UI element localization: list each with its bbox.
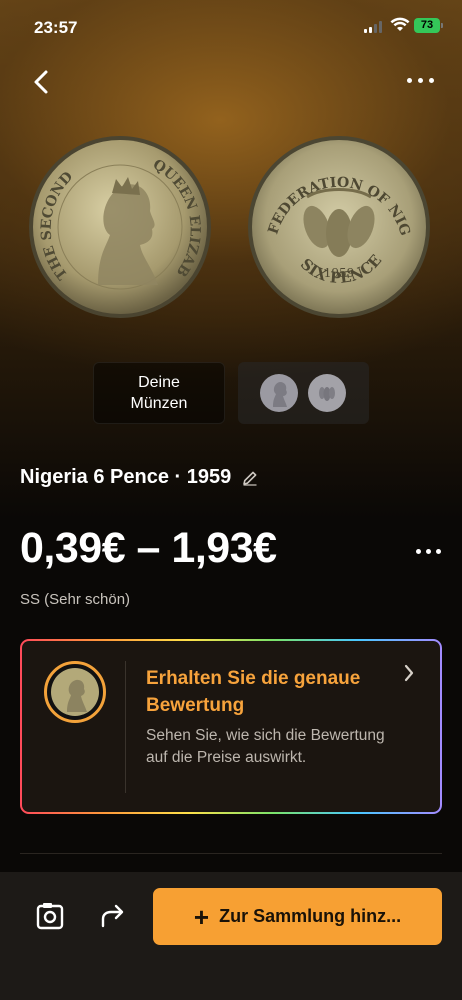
grade-label: SS (Sehr schön) [20, 591, 131, 608]
coin-front-thumbnail [260, 374, 298, 412]
price-more-icon[interactable] [416, 543, 442, 555]
battery-indicator: 73 [414, 18, 443, 33]
wifi-icon [390, 17, 410, 31]
status-time: 23:57 [34, 18, 78, 37]
back-icon[interactable] [28, 66, 56, 98]
coin-back-image[interactable]: FEDERATION OF NIGERIA 1959 SIX PENCE [247, 135, 431, 319]
scan-icon[interactable] [34, 900, 66, 932]
edit-icon[interactable] [241, 469, 259, 487]
add-to-collection-label: Zur Sammlung hinz... [219, 906, 402, 926]
plus-icon: + [193, 901, 210, 932]
top-nav [0, 60, 462, 104]
card-coin-image [44, 661, 106, 723]
coin-title: Nigeria 6 Pence · 1959 [20, 466, 232, 488]
grading-card[interactable]: Erhalten Sie die genaue Bewertung Sehen … [20, 639, 442, 814]
chevron-right-icon[interactable] [402, 663, 416, 683]
image-gallery: Deine Münzen [0, 362, 462, 424]
price-range: 0,39€ – 1,93€ [20, 524, 277, 572]
your-coins-button[interactable]: Deine Münzen [93, 362, 225, 424]
add-to-collection-button[interactable]: + Zur Sammlung hinz... [153, 888, 442, 945]
reference-images-thumbnail[interactable] [238, 362, 369, 424]
card-divider [125, 661, 126, 793]
coin-images: THE SECOND QUEEN ELIZABETH FEDERATION OF… [0, 135, 462, 330]
signal-icon [364, 21, 384, 33]
status-bar: 23:57 73 [0, 0, 462, 50]
grading-card-title: Erhalten Sie die genaue Bewertung [146, 668, 361, 716]
coin-front-image[interactable]: THE SECOND QUEEN ELIZABETH [28, 135, 212, 319]
grading-card-text: Sehen Sie, wie sich die Bewertung auf di… [146, 727, 385, 766]
share-icon[interactable] [96, 900, 128, 932]
section-divider [20, 853, 442, 854]
coin-back-thumbnail [308, 374, 346, 412]
bottom-action-bar: + Zur Sammlung hinz... [0, 872, 462, 1000]
coin-title-row: Nigeria 6 Pence · 1959 [20, 466, 259, 489]
more-icon[interactable] [404, 72, 438, 90]
